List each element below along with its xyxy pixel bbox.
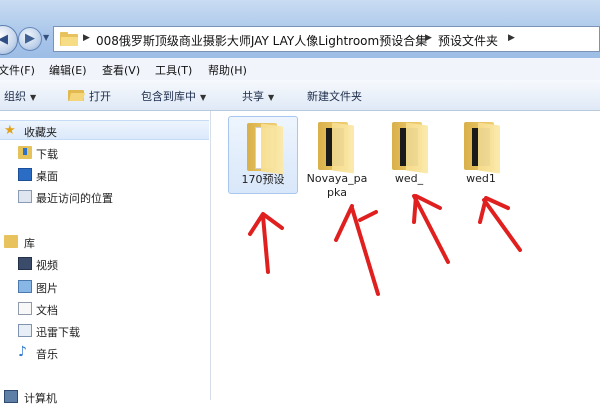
music-note-icon: ♪ — [18, 344, 27, 360]
nav-label: 图片 — [36, 282, 58, 295]
xunlei-download-icon — [18, 324, 32, 337]
breadcrumb-separator-icon[interactable]: ▶ — [508, 33, 515, 43]
breadcrumb-separator-icon[interactable]: ▶ — [425, 33, 432, 43]
folder-icon — [241, 123, 285, 175]
chevron-down-icon: ▼ — [30, 93, 37, 102]
breadcrumb-item[interactable]: 008俄罗斯顶级商业摄影大师JAY LAY人像Lightroom预设合集 — [96, 32, 427, 49]
address-box[interactable]: ▶ 008俄罗斯顶级商业摄影大师JAY LAY人像Lightroom预设合集 ▶… — [53, 26, 600, 52]
nav-favorites[interactable]: ★ 收藏夹 — [0, 120, 209, 140]
breadcrumb-item[interactable]: 预设文件夹 — [438, 32, 498, 49]
forward-button[interactable]: ▶ — [18, 27, 42, 51]
nav-label: 文档 — [36, 304, 58, 317]
folder-icon — [312, 122, 356, 174]
open-folder-icon — [68, 88, 85, 101]
document-icon — [18, 302, 32, 315]
star-icon: ★ — [4, 123, 16, 138]
folder-item[interactable]: Novaya_papka — [300, 116, 374, 199]
desktop-icon — [18, 168, 32, 181]
folder-item[interactable]: wed_ — [374, 116, 444, 194]
nav-label: 下载 — [36, 148, 58, 161]
address-bar-area: ◀ ▶ ▼ ▶ 008俄罗斯顶级商业摄影大师JAY LAY人像Lightroom… — [0, 0, 600, 58]
menu-bar: 文件(F) 编辑(E) 查看(V) 工具(T) 帮助(H) — [0, 58, 600, 81]
nav-label: 音乐 — [36, 348, 58, 361]
folder-name: wed_ — [394, 172, 424, 185]
nav-xunlei-downloads[interactable]: 迅雷下载 — [0, 321, 209, 341]
include-in-library-button[interactable]: 包含到库中 ▼ — [141, 88, 206, 104]
library-icon — [4, 235, 18, 248]
recent-places-icon — [18, 190, 32, 203]
menu-tools[interactable]: 工具(T) — [155, 62, 192, 78]
nav-label: 迅雷下载 — [36, 326, 80, 339]
breadcrumb-separator-icon[interactable]: ▶ — [83, 33, 90, 43]
back-button[interactable]: ◀ — [0, 25, 18, 55]
menu-view[interactable]: 查看(V) — [102, 62, 140, 78]
organize-label: 组织 — [4, 90, 26, 103]
menu-file[interactable]: 文件(F) — [0, 62, 35, 78]
nav-pictures[interactable]: 图片 — [0, 277, 209, 297]
folder-item[interactable]: 170预设 — [228, 116, 298, 194]
chevron-down-icon: ▼ — [268, 93, 275, 102]
command-bar: 组织 ▼ 打开 包含到库中 ▼ 共享 ▼ 新建文件夹 — [0, 80, 600, 111]
menu-help[interactable]: 帮助(H) — [208, 62, 247, 78]
download-folder-icon — [18, 146, 32, 159]
open-button[interactable]: 打开 — [89, 88, 111, 104]
nav-label: 计算机 — [24, 392, 57, 405]
nav-label: 视频 — [36, 259, 58, 272]
recent-pages-dropdown-icon[interactable]: ▼ — [43, 33, 53, 43]
share-button[interactable]: 共享 ▼ — [242, 88, 274, 104]
nav-label: 库 — [24, 237, 35, 250]
navigation-pane: ★ 收藏夹 下载 桌面 最近访问的位置 库 视频 图片 文档 迅雷下载 ♪ 音乐… — [0, 111, 211, 405]
nav-computer[interactable]: 计算机 — [0, 387, 209, 407]
nav-videos[interactable]: 视频 — [0, 254, 209, 274]
menu-edit[interactable]: 编辑(E) — [49, 62, 87, 78]
nav-music[interactable]: ♪ 音乐 — [0, 343, 209, 363]
picture-icon — [18, 280, 32, 293]
folder-icon — [60, 32, 78, 46]
include-label: 包含到库中 — [141, 90, 196, 103]
folder-icon — [386, 122, 430, 174]
folder-name: wed1 — [466, 172, 496, 185]
nav-documents[interactable]: 文档 — [0, 299, 209, 319]
nav-desktop[interactable]: 桌面 — [0, 165, 209, 185]
folder-item[interactable]: wed1 — [446, 116, 516, 194]
nav-label: 最近访问的位置 — [36, 192, 113, 205]
nav-recent-places[interactable]: 最近访问的位置 — [0, 187, 209, 207]
nav-label: 桌面 — [36, 170, 58, 183]
folder-icon — [458, 122, 502, 174]
share-label: 共享 — [242, 90, 264, 103]
video-icon — [18, 257, 32, 270]
computer-icon — [4, 390, 18, 403]
folder-name: 170预设 — [241, 173, 285, 186]
folder-name: Novaya_papka — [306, 172, 368, 199]
arrow-right-icon: ▶ — [25, 31, 35, 47]
nav-label: 收藏夹 — [24, 126, 57, 139]
chevron-down-icon: ▼ — [200, 93, 207, 102]
nav-libraries[interactable]: 库 — [0, 232, 209, 252]
arrow-left-icon: ◀ — [0, 32, 8, 48]
nav-downloads[interactable]: 下载 — [0, 143, 209, 163]
file-list: 170预设 Novaya_papka wed_ wed1 — [211, 111, 600, 400]
new-folder-button[interactable]: 新建文件夹 — [307, 88, 362, 104]
organize-button[interactable]: 组织 ▼ — [4, 88, 36, 104]
